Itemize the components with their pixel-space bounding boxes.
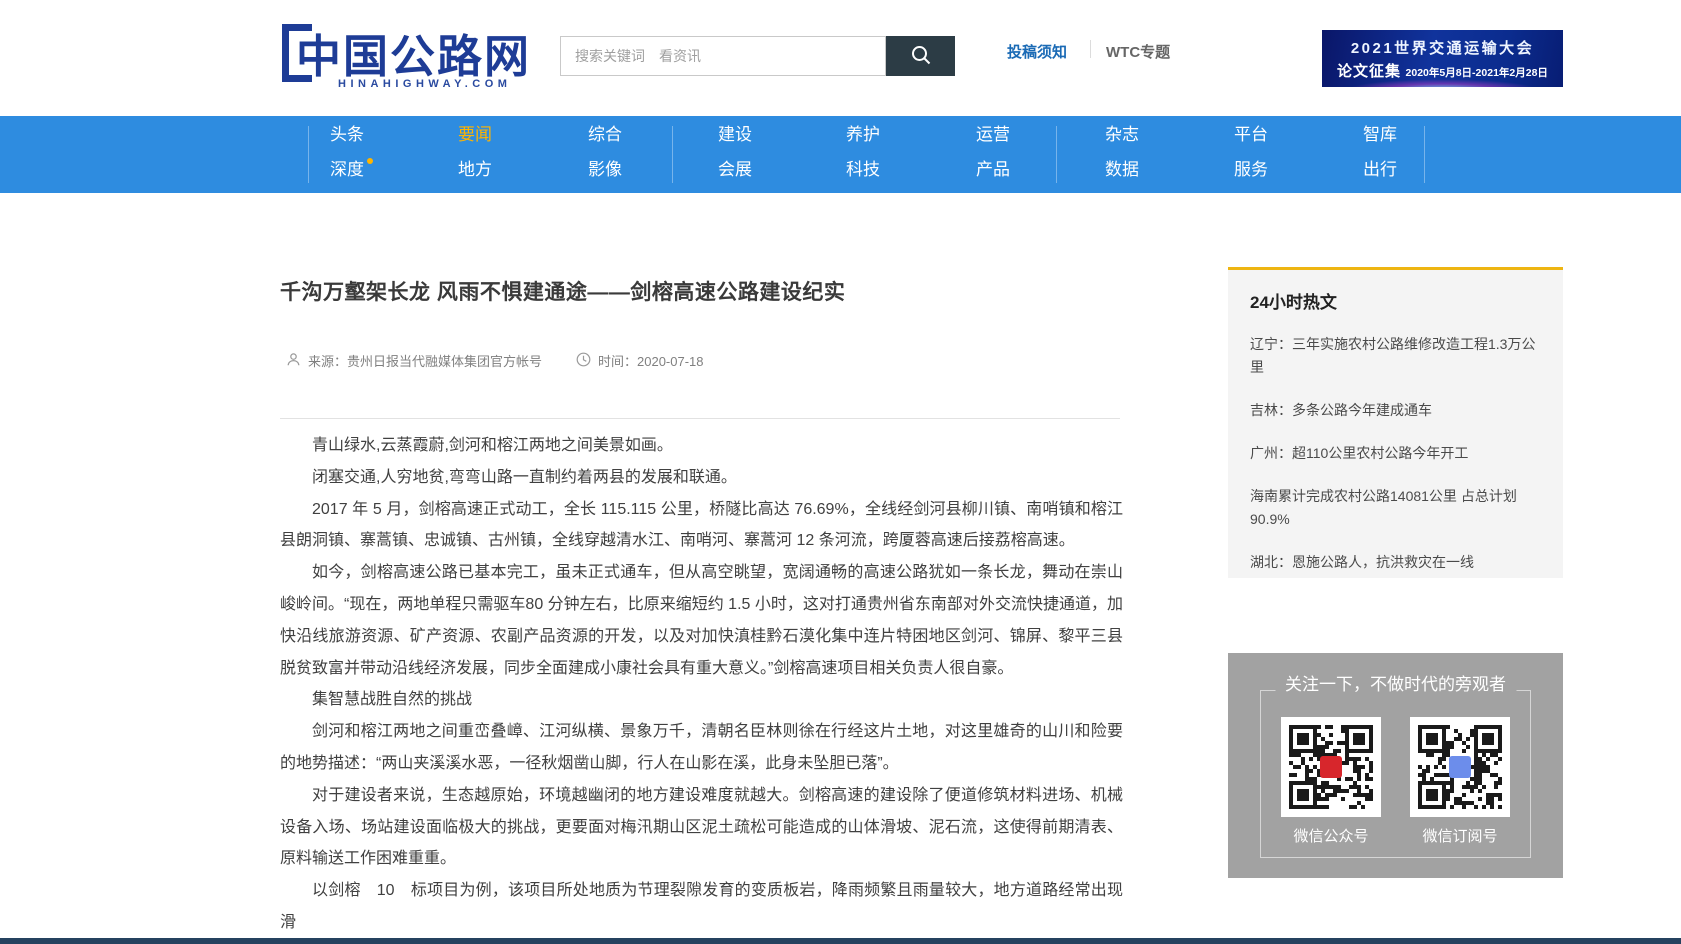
hot-articles-panel: 24小时热文 辽宁：三年实施农村公路维修改造工程1.3万公里 吉林：多条公路今年…	[1228, 267, 1563, 578]
hot-article-link[interactable]: 湖北：恩施公路人，抗洪救灾在一线	[1250, 551, 1541, 574]
search-input[interactable]	[560, 36, 886, 76]
nav-item-chanpin[interactable]: 产品	[953, 154, 1033, 186]
nav-item-toutiao[interactable]: 头条	[307, 119, 387, 151]
wtc-conference-banner[interactable]: 2021世界交通运输大会 论文征集 2020年5月8日-2021年2月28日	[1322, 30, 1563, 87]
hot-article-link[interactable]: 吉林：多条公路今年建成通车	[1250, 399, 1541, 422]
article-paragraph: 青山绿水,云蒸霞蔚,剑河和榕江两地之间美景如画。	[280, 430, 1123, 462]
nav-item-zonghe[interactable]: 综合	[565, 119, 645, 151]
article-paragraph: 闭塞交通,人穷地贫,弯弯山路一直制约着两县的发展和联通。	[280, 462, 1123, 494]
site-logo[interactable]: 中国公路网 HINAHIGHWAY.COM	[282, 20, 552, 98]
article-body: 青山绿水,云蒸霞蔚,剑河和榕江两地之间美景如画。 闭塞交通,人穷地贫,弯弯山路一…	[280, 430, 1123, 939]
wechat-follow-panel: 关注一下，不做时代的旁观者 微信公众号 微信订阅号	[1228, 653, 1563, 878]
header-link-separator	[1090, 40, 1091, 58]
link-submission-notice[interactable]: 投稿须知	[1007, 41, 1067, 62]
nav-item-jianshe[interactable]: 建设	[695, 119, 775, 151]
nav-divider	[1424, 126, 1425, 183]
nav-col-news: 要闻 地方	[435, 116, 515, 193]
link-wtc-special[interactable]: WTC专题	[1106, 41, 1170, 62]
nav-col-maintenance: 养护 科技	[823, 116, 903, 193]
nav-item-chuxing[interactable]: 出行	[1340, 154, 1420, 186]
nav-col-magazine: 杂志 数据	[1082, 116, 1162, 193]
nav-col-operation: 运营 产品	[953, 116, 1033, 193]
article-subheading: 集智慧战胜自然的挑战	[280, 684, 1123, 716]
nav-col-general: 综合 影像	[565, 116, 645, 193]
nav-col-construction: 建设 会展	[695, 116, 775, 193]
nav-item-huizhan[interactable]: 会展	[695, 154, 775, 186]
hot-article-link[interactable]: 辽宁：三年实施农村公路维修改造工程1.3万公里	[1250, 333, 1541, 379]
qr-label-subscription: 微信订阅号	[1410, 825, 1510, 846]
nav-item-zazhi[interactable]: 杂志	[1082, 119, 1162, 151]
wechat-subscription-qr-code	[1410, 717, 1510, 817]
nav-divider	[672, 126, 673, 183]
site-title: 中国公路网	[296, 20, 531, 85]
article-paragraph: 如今，剑榕高速公路已基本完工，虽未正式通车，但从高空眺望，宽阔通畅的高速公路犹如…	[280, 557, 1123, 684]
search-box	[560, 36, 955, 76]
article-paragraph: 剑河和榕江两地之间重峦叠嶂、江河纵横、景象万千，清朝名臣林则徐在行经这片土地，对…	[280, 716, 1123, 780]
qr-label-official: 微信公众号	[1281, 825, 1381, 846]
search-icon	[910, 44, 932, 69]
nav-col-thinktank: 智库 出行	[1340, 116, 1420, 193]
article-divider	[280, 418, 1120, 419]
page: 中国公路网 HINAHIGHWAY.COM 投稿须知 WTC专题 2021世界交…	[0, 0, 1681, 944]
wechat-official-qr-code	[1281, 717, 1381, 817]
nav-item-pingtai[interactable]: 平台	[1211, 119, 1291, 151]
bottom-bar	[0, 938, 1681, 944]
hot-articles-title: 24小时热文	[1250, 288, 1541, 313]
nav-item-shuju[interactable]: 数据	[1082, 154, 1162, 186]
article-source-text: 来源：贵州日报当代融媒体集团官方帐号	[308, 351, 542, 370]
person-icon	[286, 352, 301, 370]
nav-item-fuwu[interactable]: 服务	[1211, 154, 1291, 186]
main-navigation: 头条 深度 要闻 地方 综合 影像 建设 会展 养护 科技 运营 产品 杂志 数…	[0, 116, 1681, 193]
article-title: 千沟万壑架长龙 风雨不惧建通途——剑榕高速公路建设纪实	[280, 276, 1120, 306]
banner-date-range: 2020年5月8日-2021年2月28日	[1406, 67, 1548, 79]
hot-article-link[interactable]: 广州：超110公里农村公路今年开工	[1250, 442, 1541, 465]
nav-col-headline: 头条 深度	[307, 116, 387, 193]
hot-article-link[interactable]: 海南累计完成农村公路14081公里 占总计划90.9%	[1250, 485, 1541, 531]
header: 中国公路网 HINAHIGHWAY.COM 投稿须知 WTC专题 2021世界交…	[0, 0, 1681, 116]
article-paragraph: 以剑榕 10 标项目为例，该项目所处地质为节理裂隙发育的变质板岩，降雨频繁且雨量…	[280, 875, 1123, 939]
site-domain: HINAHIGHWAY.COM	[338, 78, 511, 90]
article-paragraph: 对于建设者来说，生态越原始，环境越幽闭的地方建设难度就越大。剑榕高速的建设除了便…	[280, 780, 1123, 875]
banner-subtitle: 论文征集 2020年5月8日-2021年2月28日	[1322, 60, 1563, 81]
search-button[interactable]	[886, 36, 955, 76]
nav-item-yaowen-active[interactable]: 要闻	[435, 119, 515, 151]
clock-icon	[576, 352, 591, 370]
nav-item-yunying[interactable]: 运营	[953, 119, 1033, 151]
article-meta: 来源：贵州日报当代融媒体集团官方帐号 时间：2020-07-18	[280, 351, 1120, 369]
article-time: 时间：2020-07-18	[576, 351, 704, 370]
new-dot-icon	[367, 158, 373, 164]
nav-item-zhiku[interactable]: 智库	[1340, 119, 1420, 151]
nav-divider	[1056, 126, 1057, 183]
nav-item-difang[interactable]: 地方	[435, 154, 515, 186]
article-source: 来源：贵州日报当代融媒体集团官方帐号	[286, 351, 542, 370]
article-time-text: 时间：2020-07-18	[598, 351, 704, 370]
nav-col-platform: 平台 服务	[1211, 116, 1291, 193]
nav-item-yanghu[interactable]: 养护	[823, 119, 903, 151]
follow-panel-title: 关注一下，不做时代的旁观者	[1275, 670, 1516, 695]
banner-title: 2021世界交通运输大会	[1322, 37, 1563, 58]
nav-item-keji[interactable]: 科技	[823, 154, 903, 186]
banner-call-for-papers: 论文征集	[1337, 63, 1401, 80]
article-paragraph: 2017 年 5 月，剑榕高速正式动工，全长 115.115 公里，桥隧比高达 …	[280, 494, 1123, 558]
nav-item-yingxiang[interactable]: 影像	[565, 154, 645, 186]
nav-item-shendu[interactable]: 深度	[307, 154, 387, 186]
